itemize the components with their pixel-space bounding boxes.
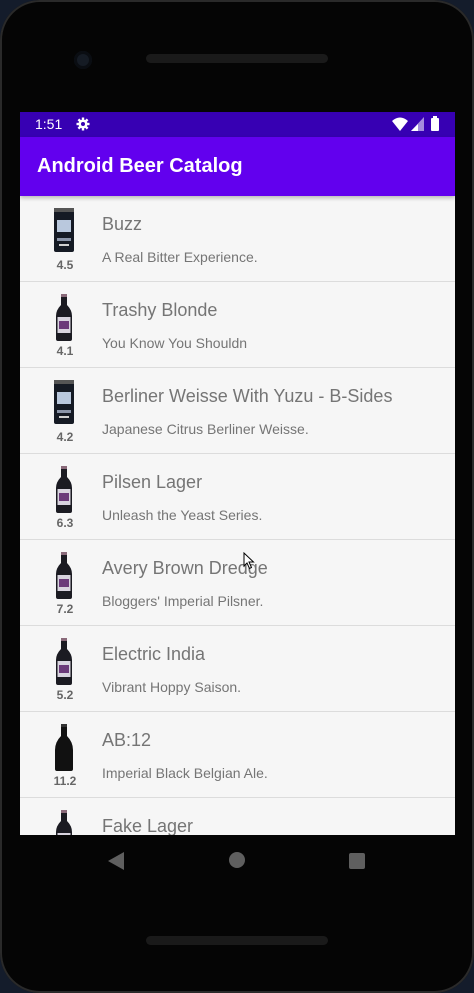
dark-bottle-icon bbox=[55, 724, 73, 771]
bottle-icon bbox=[56, 466, 72, 513]
beer-tagline: Imperial Black Belgian Ale. bbox=[102, 765, 268, 781]
beer-name: AB:12 bbox=[102, 730, 152, 750]
beer-list[interactable]: 4.5 Buzz A Real Bitter Experience. 4.1 T… bbox=[20, 196, 455, 835]
top-speaker bbox=[146, 54, 328, 63]
recents-icon[interactable] bbox=[349, 853, 365, 869]
beer-list-item[interactable]: 4.1 Trashy Blonde You Know You Shouldn bbox=[20, 282, 455, 368]
beer-tagline: Japanese Citrus Berliner Weisse. bbox=[102, 421, 309, 437]
beer-tagline: A Real Bitter Experience. bbox=[102, 249, 258, 265]
front-camera bbox=[74, 51, 92, 69]
bottle-icon bbox=[56, 294, 72, 341]
app-title: Android Beer Catalog bbox=[37, 155, 243, 177]
beer-list-item[interactable]: 5.2 Electric India Vibrant Hoppy Saison. bbox=[20, 626, 455, 712]
bottom-speaker bbox=[146, 936, 328, 945]
beer-list-item[interactable]: 4.5 Buzz A Real Bitter Experience. bbox=[20, 196, 455, 282]
beer-abv: 7.2 bbox=[56, 602, 74, 616]
beer-list-item[interactable]: Fake Lager bbox=[20, 798, 455, 835]
beer-abv: 4.2 bbox=[56, 430, 74, 444]
beer-name: Berliner Weisse With Yuzu - B-Sides bbox=[102, 386, 393, 406]
home-icon[interactable] bbox=[229, 852, 245, 868]
beer-abv: 4.5 bbox=[56, 258, 74, 272]
app-bar: Android Beer Catalog bbox=[20, 137, 455, 196]
wifi-icon bbox=[392, 117, 408, 131]
beer-abv: 6.3 bbox=[56, 516, 74, 530]
beer-tagline: Vibrant Hoppy Saison. bbox=[102, 679, 242, 695]
status-bar: 1:51 bbox=[20, 112, 455, 137]
battery-icon bbox=[431, 116, 439, 131]
beer-name: Pilsen Lager bbox=[102, 472, 203, 492]
beer-list-item[interactable]: 6.3 Pilsen Lager Unleash the Yeast Serie… bbox=[20, 454, 455, 540]
beer-abv: 5.2 bbox=[56, 688, 74, 702]
beer-tagline: Bloggers' Imperial Pilsner. bbox=[102, 593, 264, 609]
mouse-cursor-icon bbox=[243, 552, 255, 570]
beer-name: Buzz bbox=[102, 214, 143, 234]
gear-icon bbox=[76, 117, 90, 131]
bottle-icon bbox=[56, 810, 72, 835]
bottle-icon bbox=[56, 552, 72, 599]
can-icon bbox=[54, 380, 74, 424]
beer-list-item[interactable]: 11.2 AB:12 Imperial Black Belgian Ale. bbox=[20, 712, 455, 798]
navigation-bar bbox=[20, 835, 455, 885]
can-icon bbox=[54, 208, 74, 252]
beer-abv: 11.2 bbox=[53, 774, 77, 788]
beer-name: Electric India bbox=[102, 644, 206, 664]
beer-list-item[interactable]: 7.2 Avery Brown Dredge Bloggers' Imperia… bbox=[20, 540, 455, 626]
screen: 1:51 Android Beer Catalog 4.5 Buzz A Rea… bbox=[20, 112, 455, 835]
beer-tagline: You Know You Shouldn bbox=[102, 335, 248, 351]
bottle-icon bbox=[56, 638, 72, 685]
beer-list-item[interactable]: 4.2 Berliner Weisse With Yuzu - B-Sides … bbox=[20, 368, 455, 454]
beer-name: Trashy Blonde bbox=[102, 300, 218, 320]
beer-abv: 4.1 bbox=[56, 344, 74, 358]
beer-name: Fake Lager bbox=[102, 816, 194, 835]
status-time: 1:51 bbox=[35, 116, 63, 132]
phone-frame: 1:51 Android Beer Catalog 4.5 Buzz A Rea… bbox=[0, 0, 474, 993]
back-icon[interactable] bbox=[108, 852, 124, 870]
beer-tagline: Unleash the Yeast Series. bbox=[102, 507, 263, 523]
signal-icon bbox=[411, 117, 424, 131]
